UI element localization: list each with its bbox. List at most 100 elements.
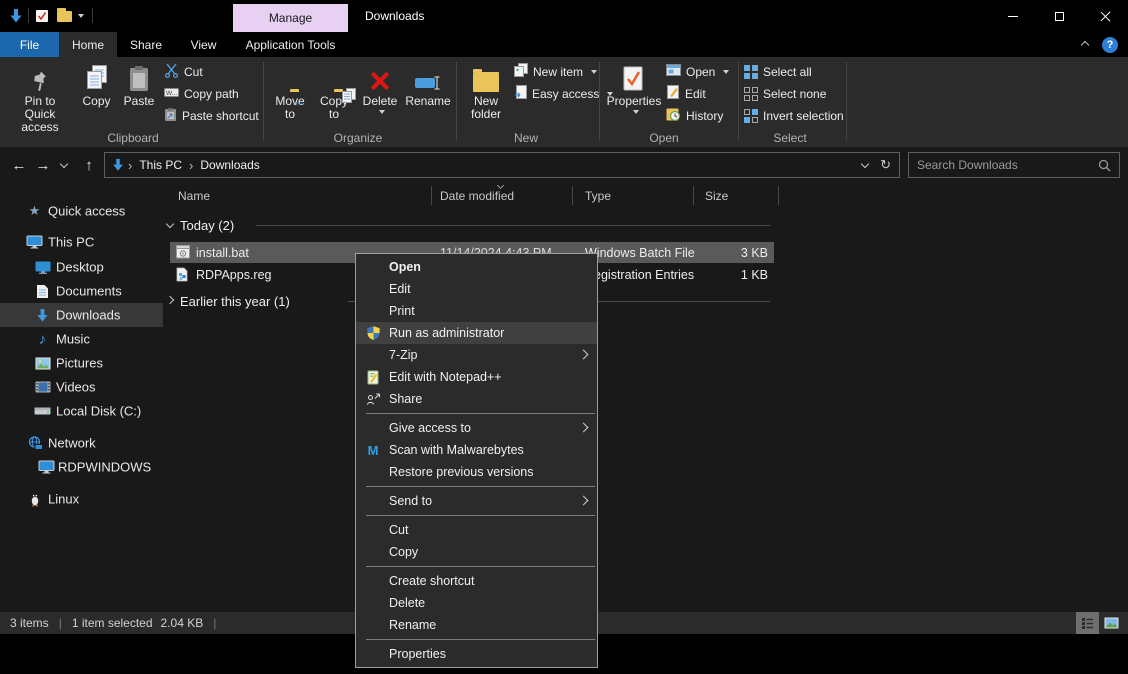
tab-home[interactable]: Home	[59, 32, 117, 57]
new-folder-qat-icon[interactable]	[56, 8, 72, 24]
rename-button[interactable]: Rename	[402, 60, 454, 136]
close-button[interactable]	[1082, 0, 1128, 32]
minimize-button[interactable]	[990, 0, 1036, 32]
select-none-label: Select none	[763, 87, 826, 101]
delete-dropdown-arrow	[379, 110, 385, 114]
paste-shortcut-label: Paste shortcut	[182, 109, 259, 123]
menu-item-share[interactable]: Share	[356, 388, 597, 410]
column-header-date-modified[interactable]: Date modified	[440, 185, 514, 206]
column-divider[interactable]	[431, 186, 432, 205]
menu-item-label: Properties	[389, 647, 446, 661]
tab-share[interactable]: Share	[117, 32, 175, 57]
new-folder-button[interactable]: New folder	[462, 60, 510, 136]
recent-locations-icon[interactable]	[56, 155, 72, 175]
menu-item-give-access-to[interactable]: Give access to	[356, 417, 597, 439]
details-view-button[interactable]	[1076, 612, 1099, 634]
cut-button[interactable]: Cut	[164, 61, 203, 82]
sidebar-item-linux[interactable]: Linux	[0, 487, 163, 511]
forward-button[interactable]: →	[32, 155, 54, 175]
breadcrumb-chevron-icon: ›	[125, 158, 135, 173]
star-icon: ★	[26, 203, 43, 219]
column-divider[interactable]	[778, 186, 779, 205]
search-icon[interactable]	[1098, 159, 1119, 172]
menu-item-create-shortcut[interactable]: Create shortcut	[356, 570, 597, 592]
help-icon[interactable]: ?	[1102, 37, 1118, 53]
column-header-size[interactable]: Size	[705, 185, 728, 206]
sidebar-item-network[interactable]: Network	[0, 431, 163, 455]
column-divider[interactable]	[693, 186, 694, 205]
menu-item-label: Scan with Malwarebytes	[389, 443, 524, 457]
column-divider[interactable]	[572, 186, 573, 205]
copy-button[interactable]: Copy	[75, 60, 118, 136]
sidebar-item-music[interactable]: ♪ Music	[0, 327, 163, 351]
group-header-today[interactable]: Today (2)	[180, 214, 234, 236]
menu-item-edit-with-notepad-plus-plus[interactable]: Edit with Notepad++	[356, 366, 597, 388]
back-button[interactable]: ←	[8, 155, 30, 175]
menu-item-properties[interactable]: Properties	[356, 643, 597, 665]
menu-item-print[interactable]: Print	[356, 300, 597, 322]
ribbon: Pin to Quick access Copy Paste Cut W... …	[0, 57, 1128, 148]
selection-size: 2.04 KB	[161, 616, 204, 630]
breadcrumb-this-pc[interactable]: This PC	[135, 158, 186, 172]
customize-quick-access-icon[interactable]	[76, 8, 86, 24]
menu-item-restore-previous-versions[interactable]: Restore previous versions	[356, 461, 597, 483]
menu-item-scan-with-malwarebytes[interactable]: M Scan with Malwarebytes	[356, 439, 597, 461]
menu-item-cut[interactable]: Cut	[356, 519, 597, 541]
address-dropdown-icon[interactable]	[861, 160, 869, 168]
sidebar-item-this-pc[interactable]: This PC	[0, 230, 163, 254]
breadcrumb-downloads[interactable]: Downloads	[196, 158, 263, 172]
sidebar-item-local-disk-c[interactable]: Local Disk (C:)	[0, 399, 163, 423]
search-input[interactable]	[909, 158, 1098, 172]
menu-item-copy[interactable]: Copy	[356, 541, 597, 563]
properties-button[interactable]: Properties	[606, 60, 662, 136]
group-expand-icon[interactable]	[166, 296, 174, 304]
address-bar[interactable]: › This PC › Downloads ↻	[104, 152, 900, 178]
move-to-button[interactable]: ← Move to	[268, 60, 312, 136]
tab-view[interactable]: View	[175, 32, 232, 57]
select-none-button[interactable]: Select none	[744, 83, 826, 104]
column-header-type[interactable]: Type	[585, 185, 611, 206]
invert-selection-button[interactable]: Invert selection	[744, 105, 844, 126]
group-header-earlier-this-year[interactable]: Earlier this year (1)	[180, 290, 290, 312]
paste-button[interactable]: Paste	[119, 60, 159, 136]
menu-item-delete[interactable]: Delete	[356, 592, 597, 614]
paste-shortcut-button[interactable]: Paste shortcut	[164, 105, 259, 126]
menu-item-send-to[interactable]: Send to	[356, 490, 597, 512]
delete-button[interactable]: Delete	[358, 60, 402, 136]
thumbnail-view-button[interactable]	[1100, 612, 1123, 634]
ribbon-divider	[738, 62, 739, 140]
menu-item-open[interactable]: Open	[356, 256, 597, 278]
tab-file[interactable]: File	[0, 32, 59, 57]
menu-item-run-as-administrator[interactable]: Run as administrator	[356, 322, 597, 344]
select-all-button[interactable]: Select all	[744, 61, 812, 82]
history-button[interactable]: History	[666, 105, 723, 126]
sidebar-item-documents[interactable]: Documents	[0, 279, 163, 303]
edit-button[interactable]: Edit	[666, 83, 706, 104]
column-header-name[interactable]: Name	[178, 185, 210, 206]
sidebar-item-pictures[interactable]: Pictures	[0, 351, 163, 375]
maximize-button[interactable]	[1036, 0, 1082, 32]
qat-divider	[92, 8, 93, 23]
new-item-button[interactable]: New item	[514, 61, 597, 82]
sidebar-item-label: Videos	[56, 380, 96, 395]
edit-icon	[666, 85, 680, 102]
sidebar-item-desktop[interactable]: Desktop	[0, 255, 163, 279]
sidebar-item-quick-access[interactable]: ★ Quick access	[0, 199, 163, 223]
open-button[interactable]: Open	[666, 61, 729, 82]
copy-to-button[interactable]: Copy to	[312, 60, 356, 136]
menu-item-edit[interactable]: Edit	[356, 278, 597, 300]
up-button[interactable]: ↑	[78, 155, 100, 175]
copy-path-button[interactable]: W... Copy path	[164, 83, 239, 104]
manage-contextual-header[interactable]: Manage	[233, 4, 348, 32]
sidebar-item-downloads[interactable]: Downloads	[0, 303, 163, 327]
sidebar-item-videos[interactable]: Videos	[0, 375, 163, 399]
tab-application-tools[interactable]: Application Tools	[233, 32, 348, 57]
group-collapse-icon[interactable]	[166, 220, 174, 228]
menu-item-7-zip[interactable]: 7-Zip	[356, 344, 597, 366]
pin-to-quick-access-button[interactable]: Pin to Quick access	[8, 60, 72, 136]
properties-check-icon[interactable]	[34, 8, 50, 24]
collapse-ribbon-icon[interactable]	[1081, 41, 1089, 49]
menu-item-rename[interactable]: Rename	[356, 614, 597, 636]
sidebar-item-rdpwindows[interactable]: RDPWINDOWS	[0, 455, 163, 479]
refresh-icon[interactable]: ↻	[880, 157, 891, 173]
